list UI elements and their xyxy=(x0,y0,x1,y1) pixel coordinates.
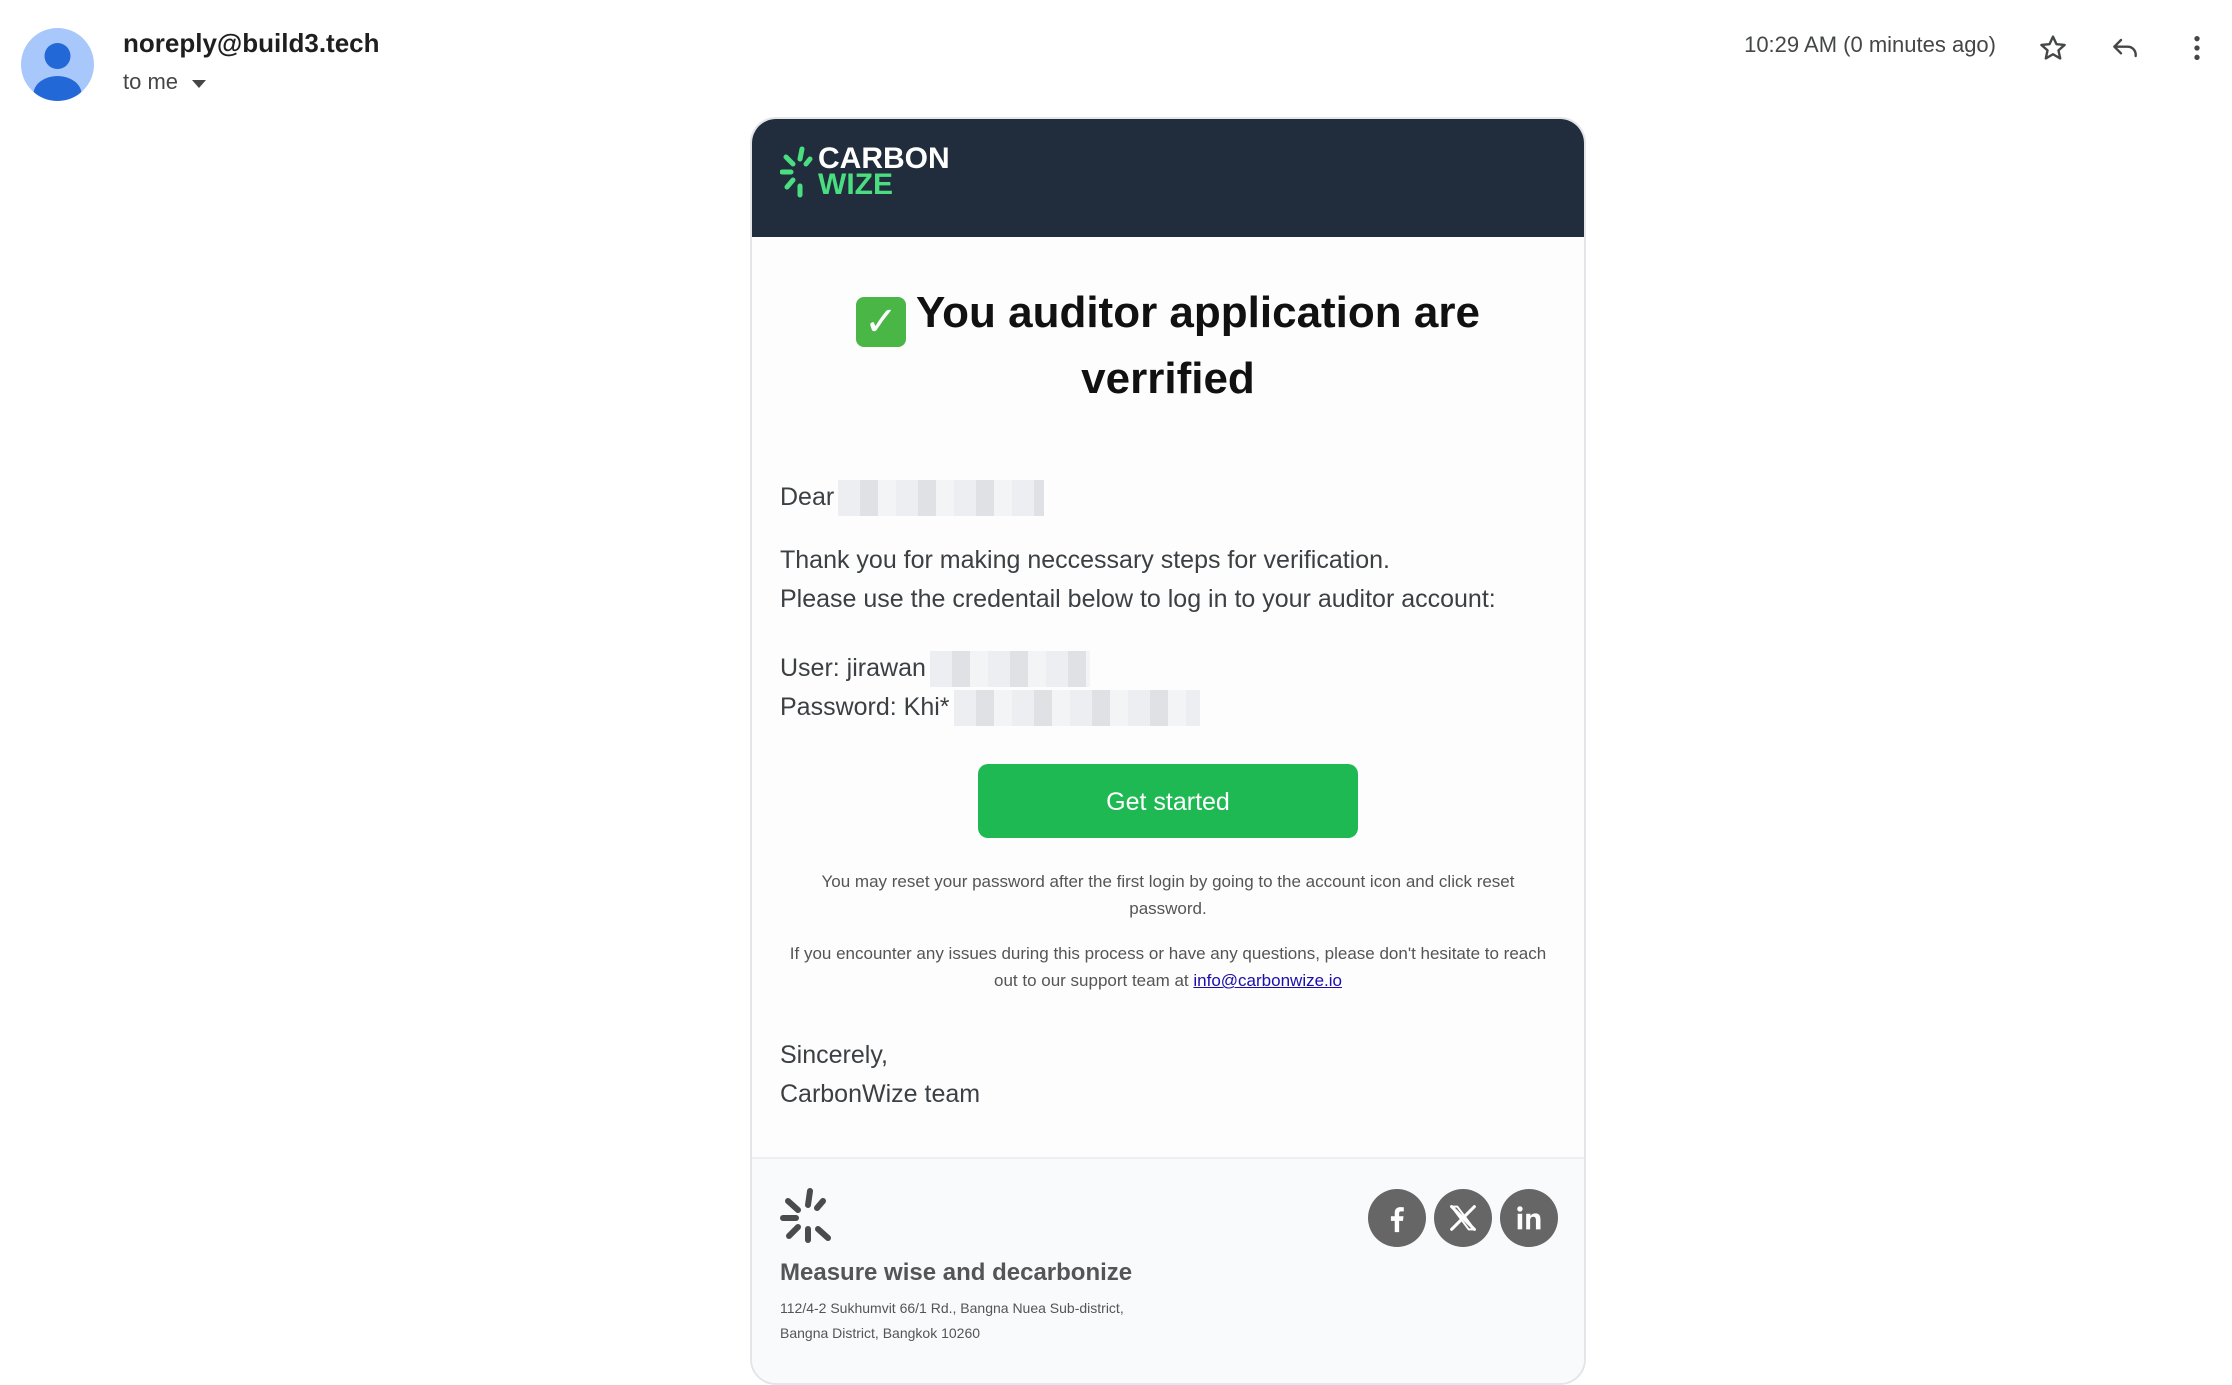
caret-down-icon xyxy=(192,79,207,88)
brand-banner: CARBON WIZE xyxy=(752,119,1584,237)
email-footer: Measure wise and decarbonize 112/4-2 Suk… xyxy=(752,1157,1584,1383)
support-note: If you encounter any issues during this … xyxy=(788,940,1548,994)
support-email-link[interactable]: info@carbonwize.io xyxy=(1193,971,1342,990)
star-icon xyxy=(2040,35,2066,60)
reply-icon xyxy=(2113,38,2137,58)
thanks-line-1: Thank you for making neccessary steps fo… xyxy=(780,546,1390,574)
x-twitter-icon xyxy=(1449,1205,1477,1231)
password-label: Password: Khi* xyxy=(780,693,950,721)
recipient-dropdown[interactable]: to me xyxy=(123,69,207,95)
user-row: User: jirawan xyxy=(780,649,1556,688)
reset-note: You may reset your password after the fi… xyxy=(821,872,1515,918)
password-row: Password: Khi* xyxy=(780,688,1556,727)
credentials: User: jirawan Password: Khi* xyxy=(780,649,1556,727)
sender-avatar[interactable] xyxy=(21,28,94,101)
redacted-password xyxy=(953,689,1200,726)
email-card: CARBON WIZE ✓ You auditor application are… xyxy=(750,117,1586,1385)
x-twitter-link[interactable] xyxy=(1434,1189,1492,1247)
redacted-name xyxy=(838,479,1045,516)
recipient-label: to me xyxy=(123,69,179,94)
sender-address: noreply@build3.tech xyxy=(123,28,380,58)
thanks-line-2: Please use the credentail below to log i… xyxy=(780,585,1496,613)
sign-off: Sincerely, xyxy=(780,1041,888,1069)
greeting-text: Dear xyxy=(780,483,835,511)
signature: Sincerely, CarbonWize team xyxy=(780,1036,1556,1114)
timestamp: 10:29 AM (0 minutes ago) xyxy=(1744,32,1996,57)
facebook-icon xyxy=(1390,1207,1404,1233)
sign-team: CarbonWize team xyxy=(780,1080,981,1108)
avatar-icon xyxy=(33,43,82,101)
greeting: Dear xyxy=(780,478,1556,517)
check-mark-icon: ✓ xyxy=(856,297,907,347)
carbonwize-logo: CARBON WIZE xyxy=(780,144,950,201)
email-title-text: You auditor application are verrified xyxy=(916,288,1480,403)
address-line-2: Bangna District, Bangkok 10260 xyxy=(780,1325,981,1341)
star-button[interactable] xyxy=(2033,28,2073,68)
footer-tagline: Measure wise and decarbonize xyxy=(780,1259,1133,1286)
footer-address: 112/4-2 Sukhumvit 66/1 Rd., Bangna Nuea … xyxy=(780,1296,1124,1346)
linkedin-icon xyxy=(1517,1206,1541,1230)
carbonwize-mark-icon xyxy=(780,1188,831,1243)
redacted-username xyxy=(929,650,1090,687)
user-label: User: jirawan xyxy=(780,654,926,682)
carbonwize-burst-icon xyxy=(780,146,813,198)
support-note-text: If you encounter any issues during this … xyxy=(789,944,1547,990)
more-options-button[interactable] xyxy=(2177,28,2217,68)
facebook-link[interactable] xyxy=(1368,1189,1426,1247)
address-line-1: 112/4-2 Sukhumvit 66/1 Rd., Bangna Nuea … xyxy=(780,1300,1124,1316)
email-title: ✓ You auditor application are verrified xyxy=(812,281,1524,410)
social-links xyxy=(1368,1189,1558,1247)
get-started-button[interactable]: Get started xyxy=(978,764,1358,838)
linkedin-link[interactable] xyxy=(1500,1189,1558,1247)
logo-text-line2: WIZE xyxy=(818,168,893,201)
more-vert-icon xyxy=(2194,36,2200,60)
thanks-paragraph: Thank you for making neccessary steps fo… xyxy=(780,541,1556,619)
reply-button[interactable] xyxy=(2105,28,2145,68)
